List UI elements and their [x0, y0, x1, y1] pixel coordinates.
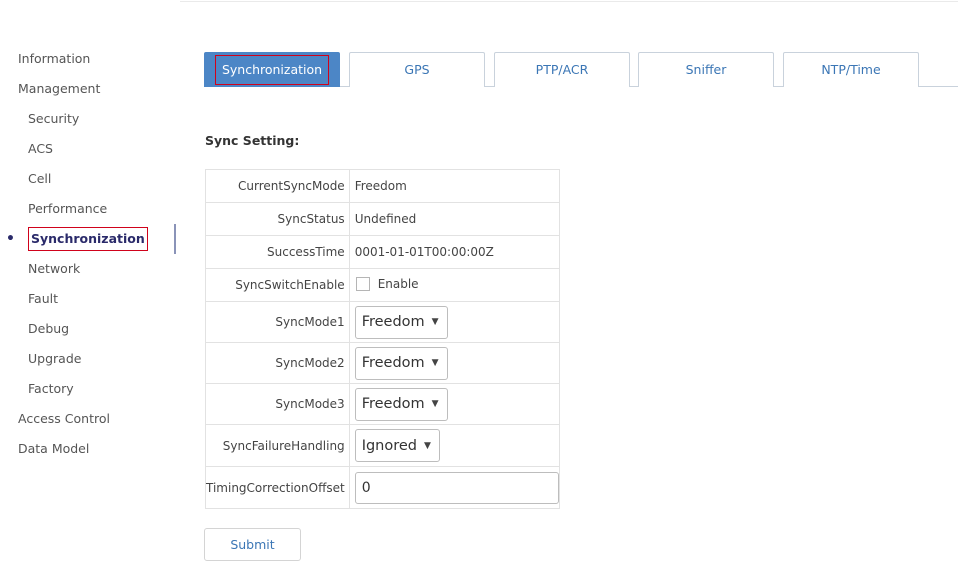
tab-label: GPS [404, 62, 430, 77]
sync-mode2-select[interactable]: Freedom ▼ [354, 346, 448, 380]
sidebar-item-label: Upgrade [28, 351, 82, 366]
tab-label: NTP/Time [821, 62, 881, 77]
field-label: TimingCorrectionOffset [205, 466, 350, 509]
checkbox-label: Enable [377, 276, 419, 291]
sidebar-item-label: Synchronization [28, 227, 148, 251]
select-value: Freedom [361, 396, 425, 412]
sync-switch-enable-cell: Enable [348, 268, 560, 302]
sync-failure-handling-select[interactable]: Ignored ▼ [354, 429, 440, 462]
sidebar-item-information[interactable]: Information [0, 44, 176, 74]
caret-down-icon: ▼ [431, 399, 439, 409]
table-row: CurrentSyncMode Freedom [205, 169, 560, 203]
tab-synchronization[interactable]: Synchronization [204, 52, 340, 87]
select-value: Ignored [361, 437, 417, 454]
sync-switch-enable-checkbox[interactable]: Enable [355, 276, 419, 291]
sync-mode2-cell: Freedom ▼ [348, 342, 560, 384]
tab-ptp-acr[interactable]: PTP/ACR [494, 52, 630, 87]
sidebar-item-label: Data Model [18, 441, 90, 456]
table-row: TimingCorrectionOffset [205, 466, 560, 509]
tab-label: Synchronization [214, 55, 330, 85]
top-divider [180, 0, 958, 2]
field-label: SyncStatus [205, 202, 350, 236]
tab-sniffer[interactable]: Sniffer [638, 52, 774, 87]
sidebar-item-management[interactable]: Management [0, 74, 176, 104]
sidebar-item-label: Management [18, 81, 101, 96]
sync-mode3-cell: Freedom ▼ [348, 383, 560, 425]
sync-failure-handling-cell: Ignored ▼ [348, 424, 560, 467]
timing-correction-offset-cell [348, 466, 560, 509]
sidebar-item-synchronization[interactable]: • Synchronization [0, 224, 176, 254]
submit-button[interactable]: Submit [204, 528, 301, 561]
caret-down-icon: ▼ [424, 440, 431, 451]
tab-ntp-time[interactable]: NTP/Time [783, 52, 919, 87]
sidebar-item-label: Cell [28, 171, 52, 186]
sync-mode3-select[interactable]: Freedom ▼ [354, 387, 448, 421]
field-label: SyncMode3 [205, 383, 350, 425]
active-bullet-icon: • [6, 231, 15, 247]
field-label: SuccessTime [205, 235, 350, 269]
field-label: SyncSwitchEnable [205, 268, 350, 302]
table-row: SyncStatus Undefined [205, 202, 560, 236]
sidebar-item-label: Access Control [18, 411, 110, 426]
sidebar-item-upgrade[interactable]: Upgrade [0, 344, 176, 374]
table-row: SyncSwitchEnable Enable [205, 268, 560, 302]
select-value: Freedom [361, 355, 425, 371]
table-row: SyncMode3 Freedom ▼ [205, 383, 560, 425]
tab-gps[interactable]: GPS [349, 52, 485, 87]
caret-down-icon: ▼ [431, 358, 439, 368]
sidebar-item-label: Information [18, 51, 91, 66]
sync-settings-table: CurrentSyncMode Freedom SyncStatus Undef… [205, 169, 560, 509]
field-label: SyncMode2 [205, 342, 350, 384]
sync-status-value: Undefined [348, 202, 560, 236]
current-sync-mode-value: Freedom [348, 169, 560, 203]
tab-label: PTP/ACR [535, 62, 589, 77]
sidebar-item-fault[interactable]: Fault [0, 284, 176, 314]
sidebar-nav: Information Management Security ACS Cell… [0, 44, 176, 464]
table-row: SyncMode1 Freedom ▼ [205, 301, 560, 343]
tab-label: Sniffer [685, 62, 727, 77]
sidebar-item-cell[interactable]: Cell [0, 164, 176, 194]
sidebar-item-label: Fault [28, 291, 58, 306]
sync-mode1-select[interactable]: Freedom ▼ [354, 305, 448, 339]
sidebar-item-acs[interactable]: ACS [0, 134, 176, 164]
caret-down-icon: ▼ [431, 317, 439, 327]
sidebar-item-data-model[interactable]: Data Model [0, 434, 176, 464]
table-row: SyncMode2 Freedom ▼ [205, 342, 560, 384]
sidebar-item-label: Performance [28, 201, 108, 216]
sidebar-item-label: Debug [28, 321, 70, 336]
field-label: CurrentSyncMode [205, 169, 350, 203]
section-title: Sync Setting: [205, 133, 300, 148]
timing-correction-offset-input[interactable] [354, 471, 559, 504]
sidebar-item-label: Network [28, 261, 81, 276]
sidebar-item-network[interactable]: Network [0, 254, 176, 284]
checkbox-box[interactable] [355, 276, 370, 291]
sidebar-item-label: ACS [28, 141, 53, 156]
sidebar-item-access-control[interactable]: Access Control [0, 404, 176, 434]
table-row: SyncFailureHandling Ignored ▼ [205, 424, 560, 467]
success-time-value: 0001-01-01T00:00:00Z [348, 235, 560, 269]
sidebar-item-label: Factory [28, 381, 74, 396]
active-indicator-bar [174, 224, 176, 254]
sidebar-item-security[interactable]: Security [0, 104, 176, 134]
sidebar-item-factory[interactable]: Factory [0, 374, 176, 404]
sync-mode1-cell: Freedom ▼ [348, 301, 560, 343]
field-label: SyncMode1 [205, 301, 350, 343]
top-bar [0, 0, 958, 10]
table-row: SuccessTime 0001-01-01T00:00:00Z [205, 235, 560, 269]
select-value: Freedom [361, 314, 425, 330]
tab-bar: Synchronization GPS PTP/ACR Sniffer NTP/… [204, 52, 958, 87]
sidebar-item-label: Security [28, 111, 80, 126]
sidebar-item-performance[interactable]: Performance [0, 194, 176, 224]
field-label: SyncFailureHandling [205, 424, 350, 467]
sidebar-item-debug[interactable]: Debug [0, 314, 176, 344]
